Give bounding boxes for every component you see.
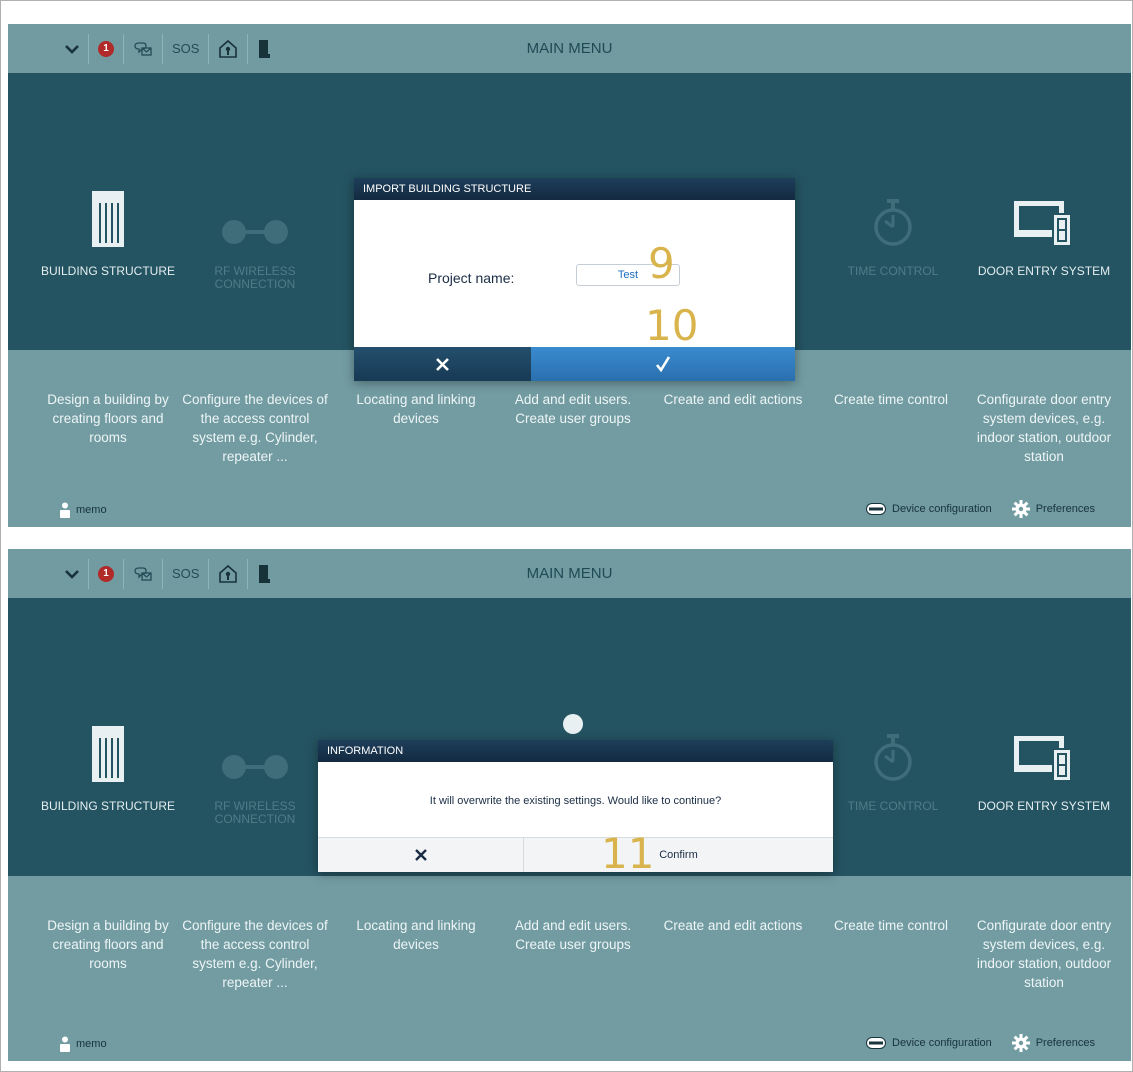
dialog-title: INFORMATION bbox=[318, 740, 833, 762]
dialog-buttons bbox=[354, 347, 795, 381]
tile-description: Locating and linking devices bbox=[356, 392, 476, 426]
tile-label: RF WIRELESS CONNECTION bbox=[214, 799, 296, 826]
project-name-label: Project name: bbox=[428, 270, 515, 286]
close-icon bbox=[414, 849, 427, 861]
dialog-buttons: Confirm bbox=[318, 837, 833, 872]
close-icon bbox=[436, 357, 449, 371]
page-title: MAIN MENU bbox=[526, 40, 613, 57]
footer-actions: Device configuration Preferences bbox=[866, 500, 1095, 518]
tile-label: BUILDING STRUCTURE bbox=[40, 264, 175, 278]
tile-rf-wireless-connection[interactable]: RF WIRELESS CONNECTION bbox=[180, 722, 330, 826]
tile-door-entry-system[interactable]: DOOR ENTRY SYSTEM bbox=[969, 187, 1119, 278]
tile-time-control[interactable]: TIME CONTROL bbox=[818, 722, 968, 813]
tile-label: BUILDING STRUCTURE bbox=[40, 799, 175, 813]
preferences-button[interactable]: Preferences bbox=[1011, 500, 1095, 518]
tile-label: DOOR ENTRY SYSTEM bbox=[977, 799, 1111, 813]
tile-rf-wireless-connection[interactable]: RF WIRELESS CONNECTION bbox=[180, 187, 330, 291]
confirm-button[interactable]: Confirm bbox=[524, 838, 833, 872]
tile-description: Locating and linking devices bbox=[356, 918, 476, 952]
user-icon bbox=[60, 1036, 70, 1052]
description-band: Design a building by creating floors and… bbox=[8, 876, 1131, 1061]
dialog-title: IMPORT BUILDING STRUCTURE bbox=[354, 178, 795, 200]
tile-building-structure[interactable]: BUILDING STRUCTURE bbox=[33, 187, 183, 278]
top-header: 1 SOS MAIN MENU bbox=[8, 549, 1131, 598]
stopwatch-icon bbox=[818, 187, 968, 247]
tile-label: DOOR ENTRY SYSTEM bbox=[977, 264, 1111, 278]
callout-number: 11 bbox=[601, 829, 655, 878]
building-icon bbox=[33, 187, 183, 247]
tile-time-control[interactable]: TIME CONTROL bbox=[818, 187, 968, 278]
main-menu-panel-information: 1 SOS MAIN MENU BUILDING STRUCTURE RF WI… bbox=[8, 549, 1131, 1061]
tile-description: Create time control bbox=[833, 392, 949, 407]
user-menu[interactable]: memo bbox=[60, 502, 107, 518]
checkmark-icon bbox=[655, 356, 671, 372]
link-icon bbox=[180, 722, 330, 782]
tile-description: Design a building by creating floors and… bbox=[47, 392, 169, 445]
tile-door-entry-system[interactable]: DOOR ENTRY SYSTEM bbox=[969, 722, 1119, 813]
preferences-button[interactable]: Preferences bbox=[1011, 1034, 1095, 1052]
top-header: 1 SOS MAIN MENU bbox=[8, 24, 1131, 73]
dialog-body: Project name: bbox=[354, 200, 795, 347]
user-name: memo bbox=[76, 504, 107, 516]
cancel-button[interactable] bbox=[318, 838, 524, 872]
tile-label: RF WIRELESS CONNECTION bbox=[214, 264, 296, 291]
device-icon bbox=[866, 1037, 887, 1049]
device-configuration-button[interactable]: Device configuration bbox=[866, 503, 992, 515]
page-title: MAIN MENU bbox=[526, 565, 613, 582]
door-entry-icon bbox=[969, 187, 1119, 247]
tile-label: TIME CONTROL bbox=[847, 264, 939, 278]
confirm-button[interactable] bbox=[531, 347, 795, 381]
gear-icon bbox=[1011, 500, 1030, 518]
user-menu[interactable]: memo bbox=[60, 1036, 107, 1052]
main-menu-panel-import: 1 SOS MAIN MENU BUILDING STRUCTURE RF WI… bbox=[8, 24, 1131, 527]
callout-number: 9 bbox=[648, 239, 675, 288]
tile-description: Design a building by creating floors and… bbox=[47, 918, 169, 971]
tile-description: Add and edit users. Create user groups bbox=[514, 918, 632, 952]
callout-number: 10 bbox=[645, 301, 699, 350]
tile-building-structure[interactable]: BUILDING STRUCTURE bbox=[33, 722, 183, 813]
device-configuration-button[interactable]: Device configuration bbox=[866, 1037, 992, 1049]
tile-label: TIME CONTROL bbox=[847, 799, 939, 813]
tile-description: Configurate door entry system devices, e… bbox=[976, 918, 1112, 990]
tile-description: Configurate door entry system devices, e… bbox=[976, 392, 1112, 464]
tile-description: Configure the devices of the access cont… bbox=[182, 918, 328, 990]
gear-icon bbox=[1011, 1034, 1030, 1052]
tile-description: Configure the devices of the access cont… bbox=[182, 392, 328, 464]
building-icon bbox=[33, 722, 183, 782]
user-icon bbox=[60, 502, 70, 518]
link-icon bbox=[180, 187, 330, 247]
import-building-structure-dialog: IMPORT BUILDING STRUCTURE Project name: bbox=[354, 178, 795, 381]
dialog-message: It will overwrite the existing settings.… bbox=[429, 794, 722, 807]
cancel-button[interactable] bbox=[354, 347, 531, 381]
device-icon bbox=[866, 503, 887, 515]
tile-description: Create and edit actions bbox=[663, 918, 803, 933]
door-entry-icon bbox=[969, 722, 1119, 782]
tile-description: Create time control bbox=[833, 918, 949, 933]
tile-description: Create and edit actions bbox=[663, 392, 803, 407]
information-dialog: INFORMATION It will overwrite the existi… bbox=[318, 740, 833, 872]
user-name: memo bbox=[76, 1038, 107, 1050]
tile-description: Add and edit users. Create user groups bbox=[514, 392, 632, 426]
footer-actions: Device configuration Preferences bbox=[866, 1034, 1095, 1052]
stopwatch-icon bbox=[818, 722, 968, 782]
